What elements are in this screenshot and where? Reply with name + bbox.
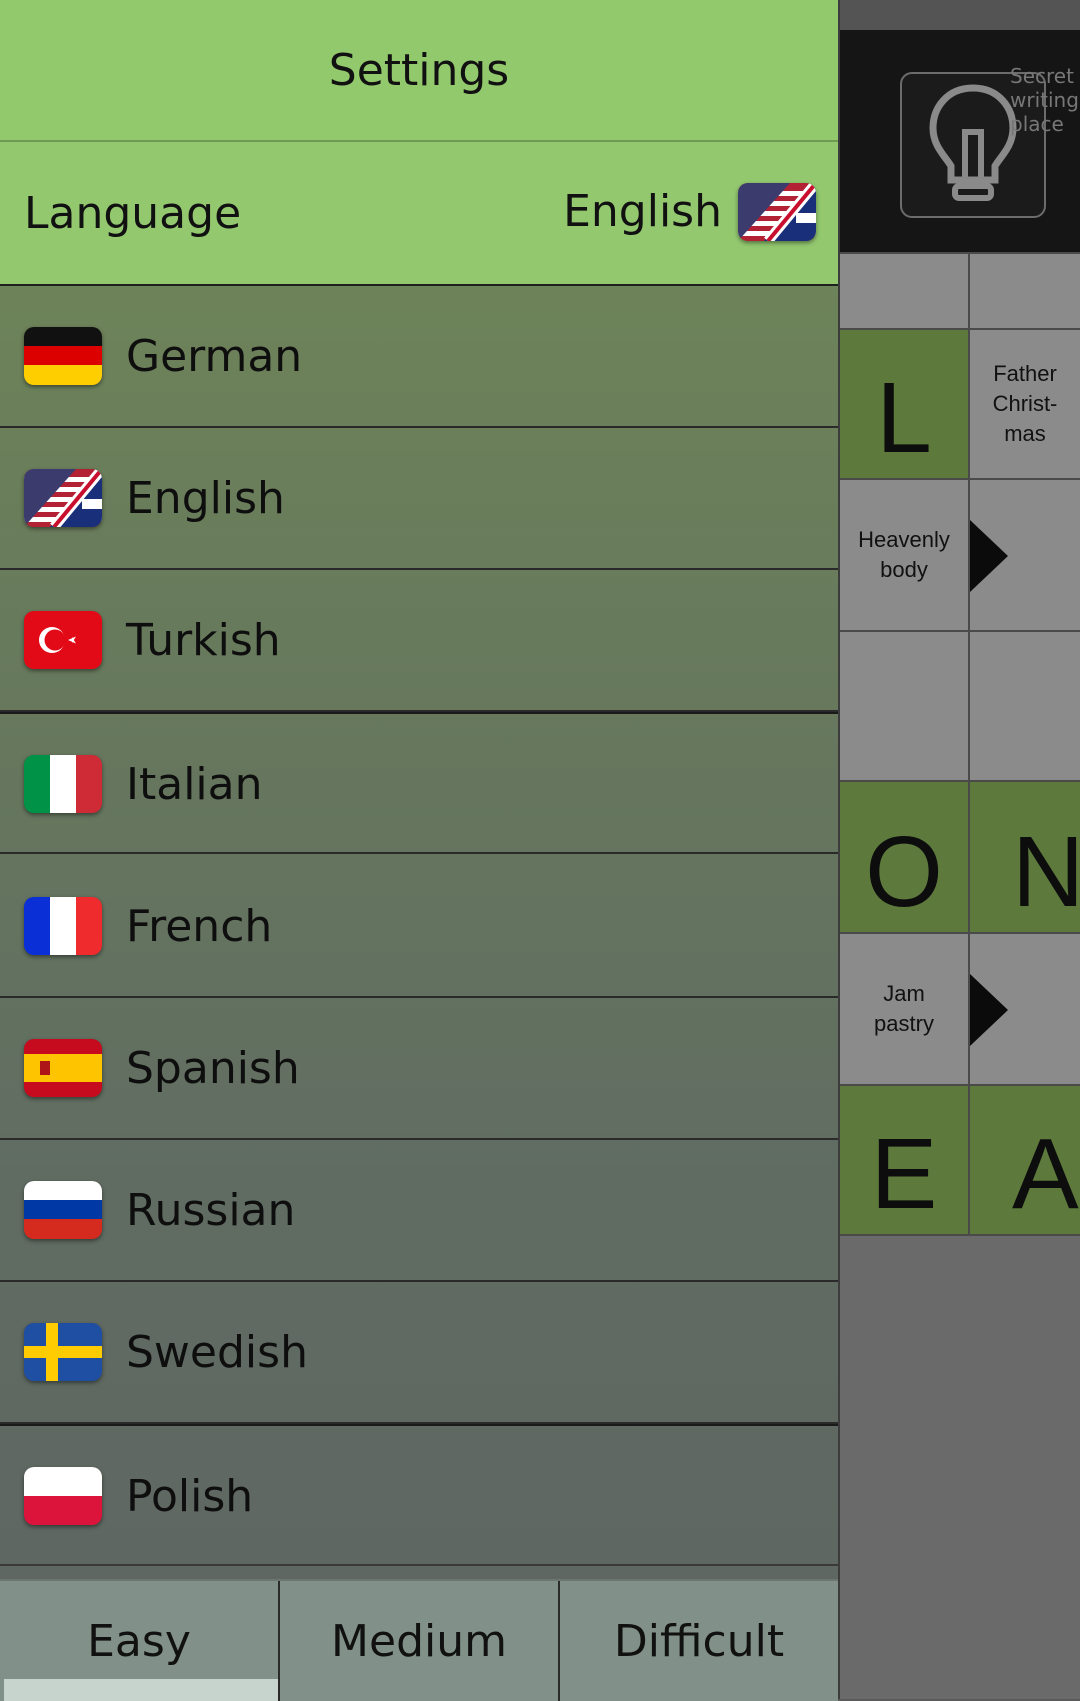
flag-uk-us-icon [738, 183, 816, 241]
grid-cell[interactable]: L [838, 328, 970, 480]
clue-cell: Heavenly body [838, 478, 970, 632]
clue-text: Father Christ-mas [992, 361, 1058, 446]
grid-cell[interactable] [968, 630, 1080, 782]
flag-ru-icon [24, 1181, 102, 1239]
lightbulb-icon [925, 82, 1021, 208]
language-item-english[interactable]: English [0, 428, 838, 570]
board-top-bar [838, 0, 1080, 30]
language-name: Italian [126, 759, 263, 810]
language-name: Turkish [126, 615, 281, 666]
language-item-french[interactable]: French [0, 856, 838, 998]
language-name: German [126, 331, 303, 382]
flag-it-icon [24, 755, 102, 813]
grid-cell[interactable] [838, 630, 970, 782]
drawer-header: Settings [0, 0, 838, 142]
page-title: Settings [328, 44, 510, 96]
clue-cell: Father Christ-mas [968, 328, 1080, 480]
grid-cell[interactable]: A [968, 1084, 1080, 1236]
grid-cell[interactable]: N [968, 780, 1080, 934]
clue-cell: Jam pastry [838, 932, 970, 1086]
difficulty-tabs: Easy Medium Difficult [0, 1579, 838, 1701]
current-language-value: English [563, 186, 722, 237]
grid-cell[interactable]: O [838, 780, 970, 934]
grid-cell[interactable]: E [838, 1084, 970, 1236]
language-item-polish[interactable]: Polish [0, 1424, 838, 1566]
language-name: English [126, 473, 285, 524]
flag-uk-us-icon [24, 469, 102, 527]
language-name: Russian [126, 1185, 296, 1236]
flag-fr-icon [24, 897, 102, 955]
tab-medium[interactable]: Medium [280, 1581, 560, 1701]
flag-de-icon [24, 327, 102, 385]
clue-text: Jam pastry [874, 981, 934, 1036]
language-label: Language [24, 188, 242, 239]
settings-drawer: Settings Language English German English… [0, 0, 838, 1701]
flag-pl-icon [24, 1467, 102, 1525]
clue-peek: Secret writing place [1010, 64, 1079, 136]
cell-letter: A [1012, 1118, 1079, 1230]
tab-easy[interactable]: Easy [0, 1581, 280, 1701]
language-item-spanish[interactable]: Spanish [0, 998, 838, 1140]
arrow-right-icon [970, 974, 1008, 1046]
arrow-right-icon [970, 520, 1008, 592]
cell-letter: E [870, 1118, 938, 1230]
grid-cell[interactable] [968, 252, 1080, 330]
cell-letter: N [1012, 816, 1080, 928]
language-name: Swedish [126, 1327, 308, 1378]
language-name: Polish [126, 1471, 254, 1522]
cell-letter: L [876, 362, 932, 474]
flag-tr-icon [24, 611, 102, 669]
language-item-turkish[interactable]: Turkish [0, 570, 838, 712]
grid-cell[interactable] [838, 252, 970, 330]
language-selector[interactable]: Language English [0, 142, 838, 286]
language-name: Spanish [126, 1043, 300, 1094]
tab-difficult[interactable]: Difficult [560, 1581, 838, 1701]
language-item-russian[interactable]: Russian [0, 1140, 838, 1282]
cell-letter: O [865, 816, 943, 928]
flag-se-icon [24, 1323, 102, 1381]
language-item-italian[interactable]: Italian [0, 712, 838, 854]
language-name: French [126, 901, 273, 952]
language-item-swedish[interactable]: Swedish [0, 1282, 838, 1424]
clue-text: Heavenly body [858, 527, 950, 582]
flag-es-icon [24, 1039, 102, 1097]
drawer-edge [838, 0, 840, 1699]
language-item-german[interactable]: German [0, 286, 838, 428]
